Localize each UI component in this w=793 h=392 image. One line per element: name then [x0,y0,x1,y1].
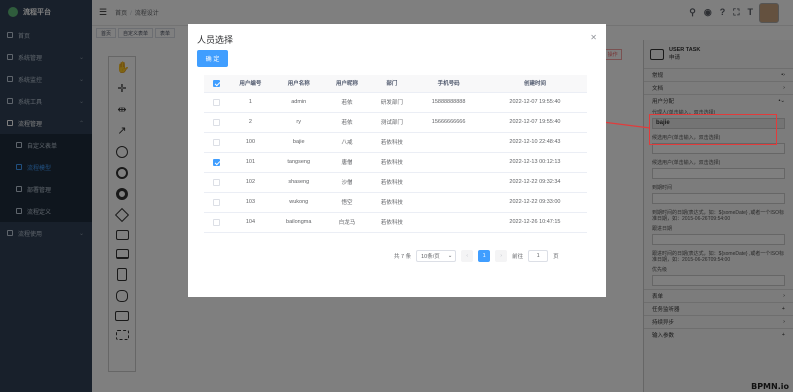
row-checkbox[interactable] [212,158,220,166]
column-header: 部门 [369,75,415,93]
row-select-cell[interactable] [204,112,228,133]
cell-created: 2022-12-07 19:55:40 [482,112,587,133]
row-select-cell[interactable] [204,132,228,153]
page-number[interactable]: 1 [478,250,491,262]
cell-nickname: 唐僧 [324,152,370,173]
row-checkbox[interactable] [212,178,220,186]
cell-nickname: 八戒 [324,132,370,153]
cell-dept: 若依科技 [369,152,415,173]
column-header: 手机号码 [414,75,483,93]
cell-username: bailongma [272,212,325,233]
cell-username: wukong [272,192,325,213]
cell-username: ry [272,112,325,133]
row-select-cell[interactable] [204,92,228,113]
cell-created: 2022-12-22 09:33:00 [482,192,587,213]
row-checkbox[interactable] [212,198,220,206]
cell-phone [414,152,483,173]
table-row[interactable]: 1 admin 若依 研发部门 15888888888 2022-12-07 19:55:… [204,92,587,113]
cell-created: 2022-12-26 10:47:15 [482,212,587,233]
close-icon[interactable]: ✕ [590,33,597,42]
cell-username: bajie [272,132,325,153]
cell-id: 102 [228,172,273,193]
cell-nickname: 若依 [324,112,370,133]
dialog-title: 人员选择 [197,35,234,45]
page-suffix: 页 [553,254,559,260]
cell-phone: 15666666666 [414,112,483,133]
cell-dept: 研发部门 [369,92,415,113]
column-header: 用户编号 [228,75,273,93]
cell-phone [414,132,483,153]
confirm-button[interactable]: 确 定 [197,50,228,67]
table-row[interactable]: 103 wukong 悟空 若依科技 2022-12-22 09:33:00 [204,192,587,213]
goto-label: 前往 [512,254,524,260]
cell-username: admin [272,92,325,113]
column-header: 创建时间 [482,75,587,93]
row-select-cell[interactable] [204,152,228,173]
cell-id: 104 [228,212,273,233]
select-all-cell[interactable] [204,75,228,93]
cell-phone [414,172,483,193]
cell-username: shaseng [272,172,325,193]
cell-id: 1 [228,92,273,113]
column-header: 用户名称 [272,75,325,93]
goto-page-input[interactable]: 1 [528,250,549,262]
cell-dept: 若依科技 [369,132,415,153]
table-row[interactable]: 100 bajie 八戒 若依科技 2022-12-10 22:48:43 [204,132,587,153]
row-select-cell[interactable] [204,212,228,233]
cell-dept: 若依科技 [369,212,415,233]
table-header-row: 用户编号 用户名称 用户昵称 部门 手机号码 创建时间 [204,75,587,93]
cell-created: 2022-12-22 09:32:34 [482,172,587,193]
cell-phone [414,192,483,213]
cell-id: 103 [228,192,273,213]
table-row[interactable]: 101 tangseng 唐僧 若依科技 2022-12-13 00:12:13 [204,152,587,173]
cell-phone [414,212,483,233]
cell-nickname: 白龙马 [324,212,370,233]
cell-nickname: 悟空 [324,192,370,213]
pagination: 共 7 条 10条/页 ⌄ ‹ 1 › 前往 1 页 [394,250,559,262]
row-select-cell[interactable] [204,192,228,213]
row-checkbox[interactable] [212,98,220,106]
annotation-highlight-box [649,114,777,145]
pagination-total: 共 7 条 [394,254,412,260]
cell-nickname: 沙僧 [324,172,370,193]
row-checkbox[interactable] [212,138,220,146]
user-table: 用户编号 用户名称 用户昵称 部门 手机号码 创建时间 1 admin 若依 研发部门… [204,75,587,233]
cell-dept: 若依科技 [369,192,415,213]
row-checkbox[interactable] [212,218,220,226]
cell-id: 2 [228,112,273,133]
cell-created: 2022-12-13 00:12:13 [482,152,587,173]
cell-id: 101 [228,152,273,173]
cell-dept: 若依科技 [369,172,415,193]
table-row[interactable]: 104 bailongma 白龙马 若依科技 2022-12-26 10:47:15 [204,212,587,233]
prev-page-button[interactable]: ‹ [461,250,474,262]
cell-phone: 15888888888 [414,92,483,113]
page-size-select[interactable]: 10条/页 ⌄ [416,250,457,262]
page-size-value: 10条/页 [421,254,440,260]
cell-id: 100 [228,132,273,153]
cell-nickname: 若依 [324,92,370,113]
next-page-button[interactable]: › [495,250,508,262]
chevron-down-icon: ⌄ [447,253,453,259]
table-row[interactable]: 2 ry 若依 测试部门 15666666666 2022-12-07 19:55:40 [204,112,587,133]
user-select-dialog: 人员选择 ✕ 确 定 用户编号 用户名称 用户昵称 部门 手机号码 创建时间 1… [188,24,606,297]
row-checkbox[interactable] [212,118,220,126]
cell-username: tangseng [272,152,325,173]
column-header: 用户昵称 [324,75,370,93]
select-all-checkbox[interactable] [212,79,220,87]
table-row[interactable]: 102 shaseng 沙僧 若依科技 2022-12-22 09:32:34 [204,172,587,193]
cell-created: 2022-12-07 19:55:40 [482,92,587,113]
cell-created: 2022-12-10 22:48:43 [482,132,587,153]
row-select-cell[interactable] [204,172,228,193]
cell-dept: 测试部门 [369,112,415,133]
